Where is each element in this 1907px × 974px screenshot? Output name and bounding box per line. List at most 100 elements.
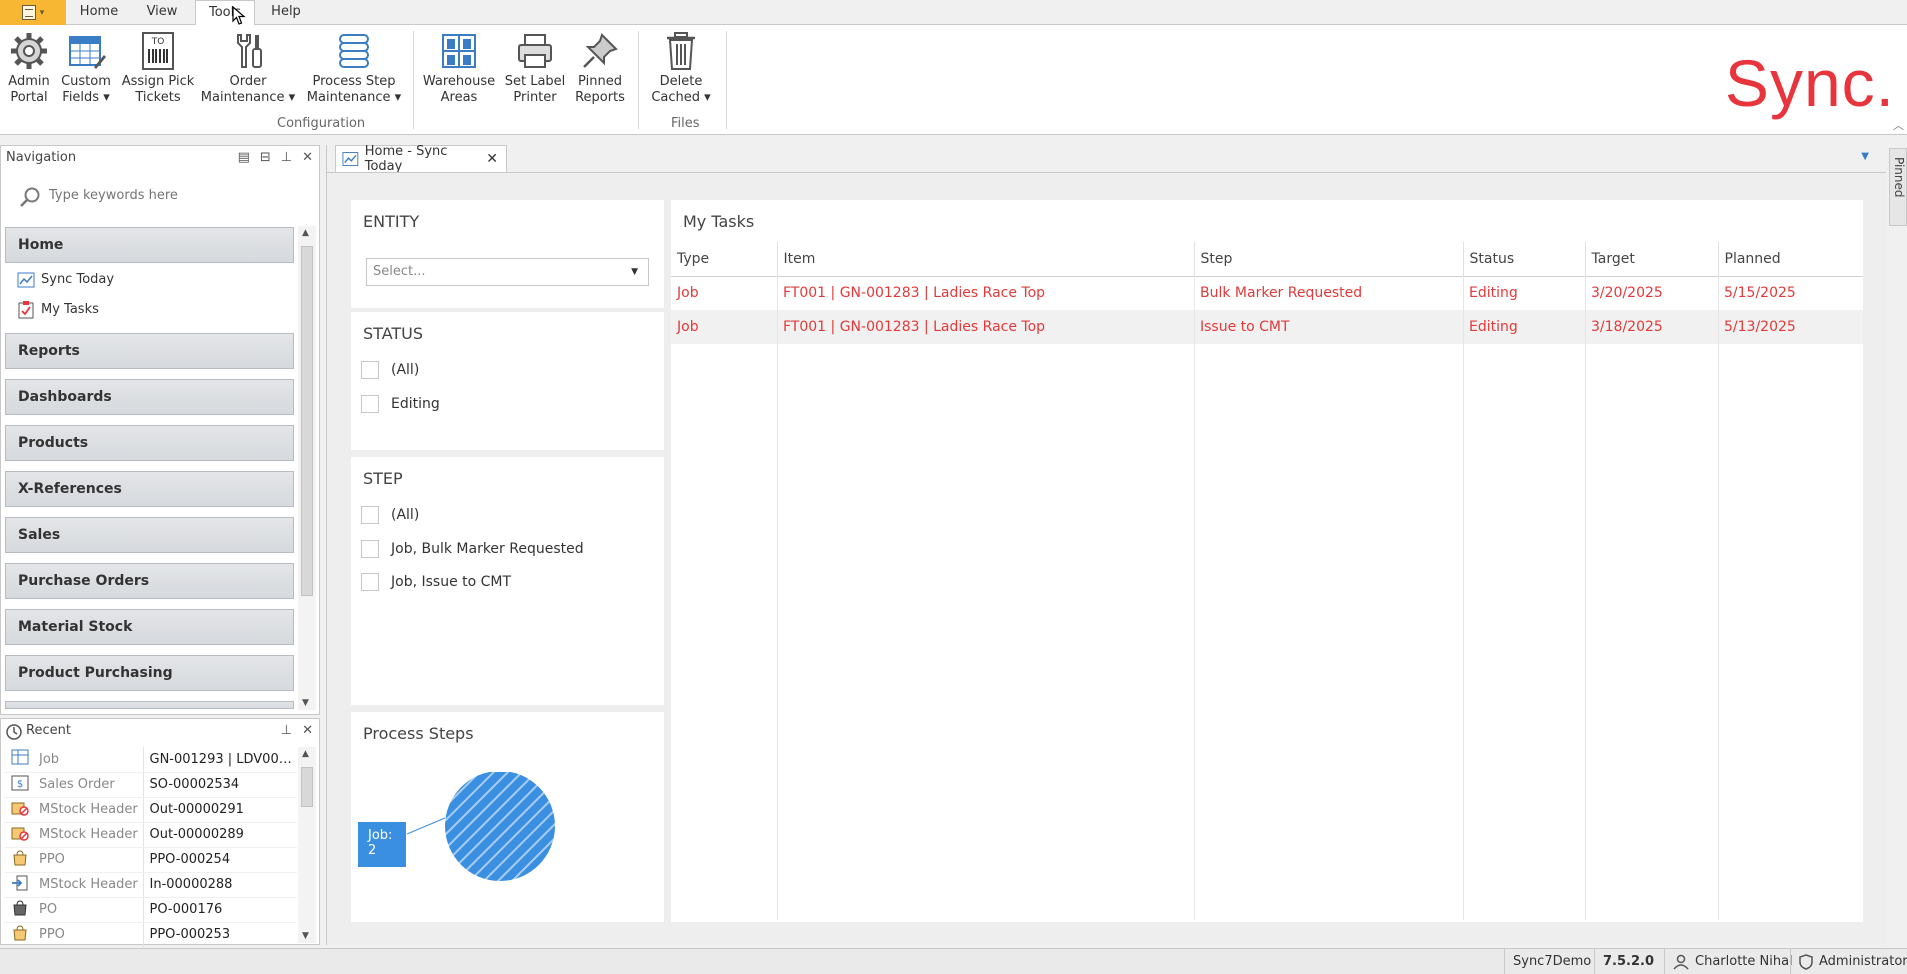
column-divider [1718,276,1719,920]
pinned-label: Pinned [1892,157,1906,198]
mstock-in-icon [5,872,39,898]
tree-icon[interactable]: ⊟ [260,146,271,170]
grid-header-row: Type Item Step Status Target Planned [671,242,1863,277]
mstock-icon [5,797,39,823]
column-header-step[interactable]: Step [1194,242,1464,277]
tab-help[interactable]: Help [262,0,310,25]
document-area: Home - Sync Today ✕ ▼ ENTITY Select... ▼… [326,144,1886,945]
nav-group-products[interactable]: Products [5,425,294,461]
nav-group-product-purchasing[interactable]: Product Purchasing [5,655,294,691]
nav-item-label: My Tasks [41,302,99,317]
recent-item-type: Job [39,747,144,773]
order-maintenance-button[interactable]: Order Maintenance ▾ [200,28,296,110]
step-option-bulk-marker[interactable]: Job, Bulk Marker Requested [361,540,584,558]
pinned-side-tab[interactable]: Pinned [1889,148,1907,226]
status-option-all[interactable]: (All) [361,361,419,379]
column-header-target[interactable]: Target [1585,242,1719,277]
process-step-maintenance-button[interactable]: Process Step Maintenance ▾ [304,28,404,110]
checkbox[interactable] [361,506,379,524]
pie-slice-job[interactable] [445,772,555,881]
list-item[interactable]: MStock Header In-00000288 [5,872,297,898]
column-divider [777,276,778,920]
list-item[interactable]: PPO PPO-000254 [5,847,297,873]
sync-today-dashboard: ENTITY Select... ▼ STATUS (All) Editing … [327,172,1886,945]
admin-portal-label-2: Portal [10,90,48,105]
recent-item-type: PPO [39,847,144,873]
cell-item: FT001 | GN-001283 | Ladies Race Top [783,285,1046,302]
admin-portal-button[interactable]: Admin Portal [4,28,54,110]
pin-icon[interactable]: ⊥ [281,719,292,743]
scroll-thumb[interactable] [301,767,313,807]
close-icon[interactable]: ✕ [302,719,313,743]
recent-item-name: Out-00000289 [143,822,297,848]
column-header-planned[interactable]: Planned [1718,242,1863,277]
nav-item-my-tasks[interactable]: My Tasks [17,299,99,321]
nav-item-sync-today[interactable]: Sync Today [17,269,114,291]
tab-home[interactable]: Home [68,0,130,25]
pin-icon[interactable]: ⊥ [281,146,292,170]
nav-group-material-stock[interactable]: Material Stock [5,609,294,645]
recent-scrollbar[interactable]: ▲ ▼ [298,747,316,943]
column-header-item[interactable]: Item [777,242,1195,277]
checkbox[interactable] [361,395,379,413]
recent-header: Recent ⊥ ✕ [1,719,319,745]
custom-fields-label-2: Fields ▾ [62,90,110,105]
column-header-type[interactable]: Type [671,242,778,277]
tab-tools[interactable]: Tools [195,0,255,26]
svg-text:$: $ [17,779,23,790]
table-row[interactable]: Job FT001 | GN-001283 | Ladies Race Top … [671,310,1863,344]
tab-home-sync-today[interactable]: Home - Sync Today ✕ [335,144,507,174]
scroll-down-icon[interactable]: ▼ [302,698,309,708]
list-item[interactable]: Job GN-001293 | LDV001 ... [5,747,297,773]
step-option-issue-to-cmt[interactable]: Job, Issue to CMT [361,573,511,591]
collapse-ribbon-icon[interactable]: ︿ [1893,117,1904,133]
search-input[interactable] [13,180,307,210]
recent-item-name: PPO-000254 [143,847,297,873]
list-item[interactable]: MStock Header Out-00000291 [5,797,297,823]
tab-list-dropdown-icon[interactable]: ▼ [1861,151,1869,162]
process-steps-title: Process Steps [363,724,474,743]
application-menu-button[interactable]: ▾ [0,0,66,25]
navigation-scrollbar[interactable]: ▲ ▼ [298,226,316,710]
checkbox[interactable] [361,573,379,591]
scroll-thumb[interactable] [301,246,313,596]
scroll-down-icon[interactable]: ▼ [302,931,309,941]
list-item[interactable]: $ Sales Order SO-00002534 [5,772,297,798]
ribbon-tab-strip: ▾ Home View Tools Help [0,0,1907,26]
custom-fields-label-1: Custom [61,74,111,89]
entity-select[interactable]: Select... ▼ [366,258,649,286]
set-label-printer-button[interactable]: Set Label Printer [502,28,568,110]
nav-group-sales[interactable]: Sales [5,517,294,553]
list-item[interactable]: PPO PPO-000253 [5,922,297,948]
layout-icon[interactable]: ▤ [238,146,250,170]
table-row[interactable]: Job FT001 | GN-001283 | Ladies Race Top … [671,276,1863,310]
step-option-all[interactable]: (All) [361,506,419,524]
status-option-editing[interactable]: Editing [361,395,440,413]
warehouse-areas-button[interactable]: Warehouse Areas [420,28,498,110]
column-header-status[interactable]: Status [1463,242,1586,277]
custom-fields-button[interactable]: Custom Fields ▾ [58,28,114,110]
list-item[interactable]: PO PO-000176 [5,897,297,923]
nav-group-dashboards[interactable]: Dashboards [5,379,294,415]
tab-view[interactable]: View [134,0,190,25]
close-icon[interactable]: ✕ [302,146,313,170]
delete-cached-button[interactable]: Delete Cached ▾ [646,28,716,110]
nav-group-home[interactable]: Home [5,227,294,263]
list-item[interactable]: MStock Header Out-00000289 [5,822,297,848]
scroll-up-icon[interactable]: ▲ [302,228,309,238]
nav-group-x-references[interactable]: X-References [5,471,294,507]
nav-group-purchase-orders[interactable]: Purchase Orders [5,563,294,599]
my-tasks-grid: Type Item Step Status Target Planned Job [671,242,1863,920]
clipboard-check-icon [18,301,34,319]
close-icon[interactable]: ✕ [486,151,498,167]
checkbox-label: (All) [391,507,420,523]
checkbox[interactable] [361,361,379,379]
nav-group-reports[interactable]: Reports [5,333,294,369]
set-label-printer-label-2: Printer [513,90,557,105]
pinned-reports-button[interactable]: Pinned Reports [572,28,628,110]
status-version: 7.5.2.0 [1594,949,1662,974]
checkbox[interactable] [361,540,379,558]
nav-group-partial [5,701,294,709]
scroll-up-icon[interactable]: ▲ [302,749,309,759]
assign-pick-tickets-button[interactable]: TO Assign Pick Tickets [120,28,196,110]
